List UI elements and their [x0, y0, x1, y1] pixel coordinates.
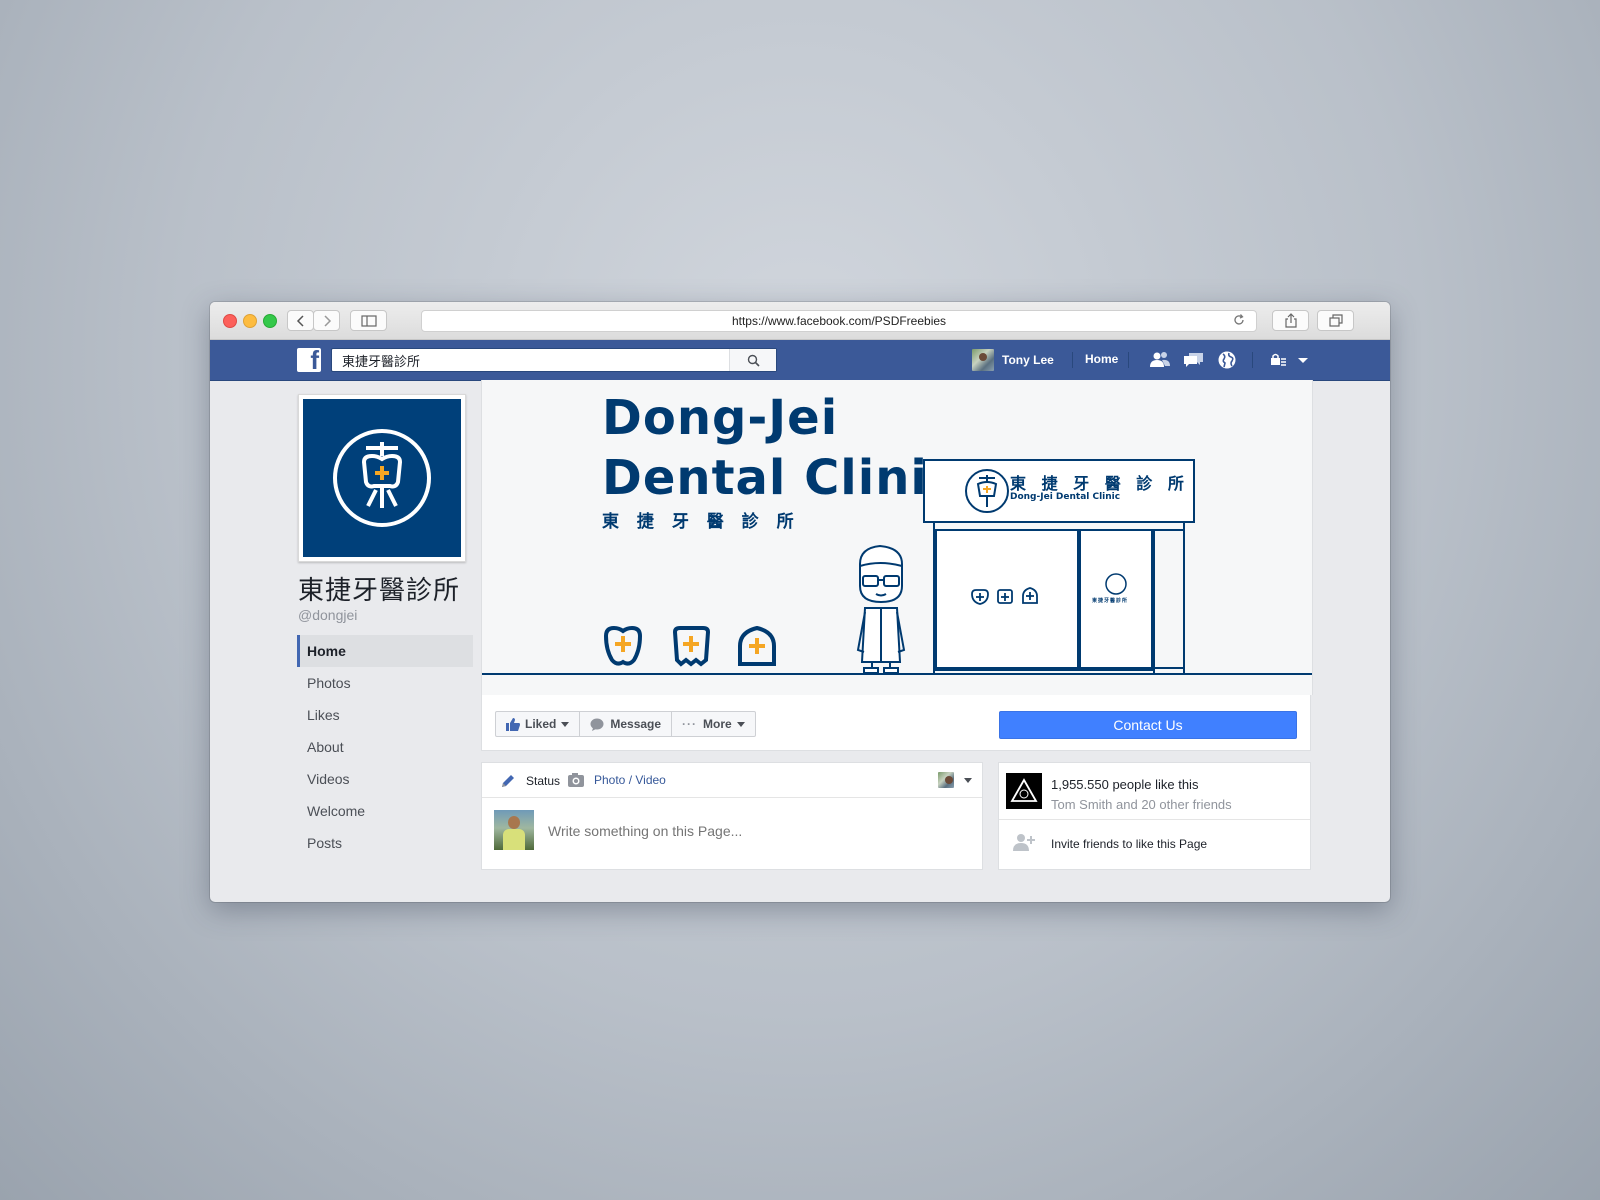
clinic-sign-english: Dong-Jei Dental Clinic: [1010, 492, 1121, 502]
chevron-down-icon: [561, 721, 570, 727]
left-nav-item-welcome[interactable]: Welcome: [297, 795, 473, 827]
left-nav-item-posts[interactable]: Posts: [297, 827, 473, 859]
pencil-icon: [502, 775, 514, 787]
user-name: Tony Lee: [1002, 353, 1054, 367]
clinic-logo: [303, 399, 461, 557]
dentist-figure: [856, 544, 906, 674]
message-button[interactable]: Message: [580, 712, 673, 736]
notifications-button[interactable]: [1216, 350, 1238, 370]
search-icon: [747, 354, 760, 367]
post-as-avatar: [938, 772, 954, 788]
zoom-window-button[interactable]: [263, 314, 277, 328]
likes-summary: 1,955.550 people like this Tom Smith and…: [999, 763, 1310, 820]
thumbs-up-icon: [506, 717, 520, 731]
post-input[interactable]: [546, 822, 970, 840]
share-button[interactable]: [1272, 310, 1309, 331]
browser-toolbar: https://www.facebook.com/PSDFreebies: [210, 302, 1390, 340]
liked-button[interactable]: Liked: [496, 712, 581, 736]
user-profile-link[interactable]: Tony Lee: [972, 348, 1054, 372]
chevron-right-icon: [323, 314, 331, 327]
left-nav-item-home[interactable]: Home: [297, 635, 473, 667]
nav-divider: [1252, 352, 1253, 368]
friends-like-text[interactable]: Tom Smith and 20 other friends: [1051, 797, 1232, 812]
facebook-logo[interactable]: f: [297, 348, 321, 372]
globe-icon: [1218, 351, 1236, 369]
profile-picture[interactable]: [298, 394, 466, 562]
minimize-window-button[interactable]: [243, 314, 257, 328]
status-tab-label: Status: [526, 774, 561, 788]
lock-menu-icon: [1271, 353, 1308, 366]
friend-requests-button[interactable]: [1149, 350, 1171, 370]
reload-icon[interactable]: [1232, 313, 1246, 333]
browser-window: https://www.facebook.com/PSDFreebies f T…: [210, 302, 1390, 902]
search-button[interactable]: [729, 349, 776, 371]
triangle-logo-icon: [1010, 778, 1038, 802]
account-menu-button[interactable]: [1270, 350, 1310, 370]
search-input[interactable]: [332, 349, 732, 371]
more-label: More: [703, 717, 732, 731]
sidebar-icon: [360, 314, 377, 327]
likes-count: 1,955.550 people like this: [1051, 777, 1199, 792]
camera-icon: [568, 773, 584, 787]
chevron-left-icon: [296, 314, 304, 327]
sidebar-toggle-button[interactable]: [350, 310, 387, 331]
door-sign-text: 東捷牙醫診所: [1092, 598, 1129, 604]
chevron-down-icon: [736, 721, 745, 727]
left-nav-item-videos[interactable]: Videos: [297, 763, 473, 795]
post-composer: Status Photo / Video: [481, 762, 983, 870]
photo-video-tab[interactable]: Photo / Video: [568, 773, 666, 787]
chevron-down-icon: [964, 777, 972, 783]
more-button[interactable]: ··· More: [672, 712, 755, 736]
forward-button[interactable]: [313, 310, 340, 331]
clinic-sign-chinese: 東 捷 牙 醫 診 所: [1010, 474, 1189, 493]
tabs-overview-button[interactable]: [1317, 310, 1354, 331]
left-nav-item-photos[interactable]: Photos: [297, 667, 473, 699]
share-icon: [1284, 313, 1297, 328]
tabs-icon: [1328, 314, 1343, 327]
cover-illustration: [482, 459, 1312, 675]
tooth-logo-icon: [333, 429, 431, 527]
composer-avatar: [494, 810, 534, 850]
message-bubble-icon: [590, 718, 604, 731]
page-actions-group: Liked Message ··· More: [495, 711, 756, 737]
more-dots-icon: ···: [682, 717, 698, 731]
messages-button[interactable]: [1183, 350, 1205, 370]
url-text: https://www.facebook.com/PSDFreebies: [731, 314, 947, 328]
liked-label: Liked: [525, 717, 557, 731]
friend-page-logo: [1006, 773, 1042, 809]
facebook-top-bar: f Tony Lee Home: [210, 340, 1390, 381]
user-avatar: [972, 349, 994, 371]
page-left-nav: Home Photos Likes About Videos Welcome P…: [297, 635, 473, 859]
back-button[interactable]: [287, 310, 314, 331]
contact-us-button[interactable]: Contact Us: [999, 711, 1297, 739]
likes-box: 1,955.550 people like this Tom Smith and…: [998, 762, 1311, 870]
cover-photo[interactable]: Dong-Jei Dental Clinic 東 捷 牙 醫 診 所 東 捷 牙…: [481, 380, 1313, 695]
left-nav-item-about[interactable]: About: [297, 731, 473, 763]
friends-icon: [1150, 352, 1170, 367]
left-nav-item-likes[interactable]: Likes: [297, 699, 473, 731]
photo-video-tab-label: Photo / Video: [594, 773, 666, 787]
message-label: Message: [610, 717, 662, 731]
messages-icon: [1184, 353, 1203, 367]
nav-divider: [1072, 352, 1073, 368]
page-action-bar: Liked Message ··· More Contact Us: [481, 695, 1311, 751]
post-as-selector[interactable]: [938, 772, 972, 788]
search-box: [331, 348, 777, 372]
page-username[interactable]: @dongjei: [298, 607, 357, 623]
add-friend-icon: [1013, 833, 1035, 856]
nav-divider: [1128, 352, 1129, 368]
invite-friends-link[interactable]: Invite friends to like this Page: [1051, 837, 1207, 851]
composer-tabs: Status Photo / Video: [482, 763, 982, 798]
close-window-button[interactable]: [223, 314, 237, 328]
page-title[interactable]: 東捷牙醫診所: [298, 570, 460, 607]
nav-home-link[interactable]: Home: [1085, 352, 1118, 366]
composer-body: [482, 798, 982, 870]
status-tab[interactable]: Status: [500, 773, 560, 789]
address-bar[interactable]: https://www.facebook.com/PSDFreebies: [421, 310, 1257, 332]
